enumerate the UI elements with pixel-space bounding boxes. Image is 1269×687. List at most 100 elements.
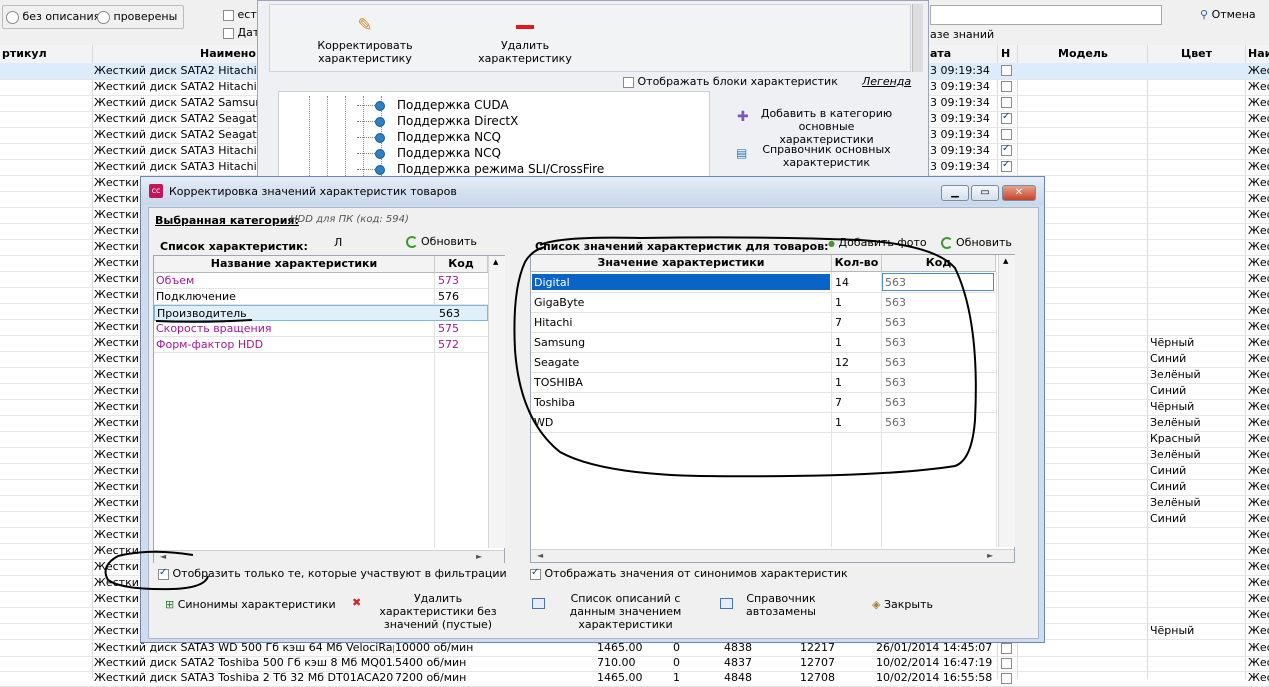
list-item[interactable]: WD 1 563 bbox=[531, 413, 996, 433]
column-header-count[interactable]: Кол-во bbox=[832, 255, 882, 272]
grid-col-divider bbox=[996, 272, 997, 547]
row-checkbox[interactable] bbox=[1001, 643, 1012, 654]
row-time: 3 09:19:34 bbox=[930, 64, 990, 77]
value-count: 1 bbox=[835, 376, 842, 389]
tree-item[interactable]: Поддержка NCQ bbox=[357, 146, 501, 160]
row-color: Чёрный bbox=[1150, 400, 1195, 413]
list-item[interactable]: Seagate 12 563 bbox=[531, 353, 996, 373]
maximize-button[interactable]: ▭ bbox=[971, 185, 999, 201]
list-item[interactable]: Форм-фактор HDD 572 bbox=[154, 337, 488, 353]
characteristics-tree: Поддержка CUDA Поддержка DirectX Поддержка… bbox=[278, 91, 710, 179]
delete-empty-button[interactable]: ✖ Удалить характеристики без значений (п… bbox=[350, 592, 510, 631]
row-price: 1465.00 bbox=[597, 641, 643, 654]
row-checkbox[interactable] bbox=[1001, 159, 1012, 172]
value-code: 563 bbox=[885, 376, 906, 389]
description-list-button[interactable]: Список описаний с данным значением харак… bbox=[530, 592, 705, 631]
horizontal-scrollbar[interactable]: ◄ ► bbox=[154, 550, 504, 563]
list-item[interactable]: Подключение 576 bbox=[154, 289, 488, 305]
list-item[interactable]: Скорость вращения 575 bbox=[154, 321, 488, 337]
refresh-left-button[interactable]: Обновить bbox=[406, 235, 477, 248]
row-time: 3 09:19:34 bbox=[930, 160, 990, 173]
row-name: Жесткий диск SATA3 Toshiba 2 Тб 32 Мб DT… bbox=[94, 671, 394, 684]
table-row[interactable]: Жесткий диск SATA3 WD 500 Гб кэш 64 Мб V… bbox=[0, 641, 1269, 657]
column-header-name[interactable]: Название характеристики bbox=[154, 256, 435, 273]
characteristic-name: Объем bbox=[156, 274, 195, 287]
row-right: Жес bbox=[1248, 240, 1269, 253]
row-color: Синий bbox=[1150, 384, 1187, 397]
characteristic-name: Форм-фактор HDD bbox=[156, 338, 264, 351]
close-button[interactable]: ◈ Закрыть bbox=[872, 598, 933, 611]
list-item[interactable]: Toshiba 7 563 bbox=[531, 393, 996, 413]
search-input[interactable] bbox=[930, 5, 1162, 25]
tree-item-label: Поддержка DirectX bbox=[397, 114, 519, 128]
row-id2: 12708 bbox=[800, 671, 835, 684]
tree-item-label: Поддержка NCQ bbox=[397, 130, 501, 144]
list-item[interactable]: Производитель 563 bbox=[154, 305, 488, 321]
value-text: Seagate bbox=[534, 356, 580, 369]
horizontal-scrollbar[interactable]: ◄ ► bbox=[531, 549, 1014, 562]
minimize-button[interactable]: ▁ bbox=[941, 185, 969, 201]
cancel-button[interactable]: ⚲ Отмена bbox=[1200, 8, 1256, 21]
row-color: Зелёный bbox=[1150, 368, 1201, 381]
row-right: Жес bbox=[1248, 128, 1269, 141]
show-blocks-checkbox[interactable]: Отображать блоки характеристик bbox=[623, 75, 838, 88]
autoreplace-button[interactable]: Справочник автозамены bbox=[718, 592, 828, 618]
list-item[interactable]: Hitachi 7 563 bbox=[531, 313, 996, 333]
delete-characteristic-button[interactable]: Удалить характеристику bbox=[460, 15, 590, 65]
radio-group-frame bbox=[2, 5, 184, 29]
list-item[interactable]: Объем 573 bbox=[154, 273, 488, 289]
row-right: Жес bbox=[1248, 384, 1269, 397]
dat-checkbox[interactable]: Дат bbox=[223, 26, 259, 39]
row-checkbox[interactable] bbox=[1001, 97, 1012, 108]
row-right: Жес bbox=[1248, 192, 1269, 205]
reference-button[interactable]: ▤ Справочник основных характеристик bbox=[733, 143, 898, 169]
bullet-icon bbox=[375, 117, 385, 127]
column-header-code[interactable]: Код bbox=[435, 256, 488, 273]
row-checkbox[interactable] bbox=[1001, 129, 1012, 140]
row-right: Жес bbox=[1248, 416, 1269, 429]
column-header-code[interactable]: Код bbox=[882, 255, 996, 272]
close-window-button[interactable]: ✕ bbox=[1002, 185, 1036, 201]
tree-item-label: Поддержка NCQ bbox=[397, 146, 501, 160]
list-item[interactable]: GigaByte 1 563 bbox=[531, 293, 996, 313]
vertical-scrollbar[interactable]: ▲ bbox=[998, 255, 1015, 547]
tree-item[interactable]: Поддержка режима SLI/CrossFire bbox=[357, 162, 604, 176]
column-header-value[interactable]: Значение характеристики bbox=[531, 255, 832, 272]
row-name: Жесткий диск SATA2 Seagate 5 bbox=[94, 112, 259, 125]
row-checkbox[interactable] bbox=[1001, 81, 1012, 92]
scroll-up-icon: ▲ bbox=[1003, 257, 1009, 265]
row-checkbox[interactable] bbox=[1001, 658, 1012, 669]
base-hint: азе знаний bbox=[930, 28, 995, 41]
row-right: Жес bbox=[1248, 208, 1269, 221]
mid-scrollbar[interactable] bbox=[912, 4, 923, 72]
tree-item[interactable]: Поддержка DirectX bbox=[357, 114, 519, 128]
row-checkbox[interactable] bbox=[1001, 65, 1012, 76]
table-row[interactable]: Жесткий диск SATA3 Toshiba 2 Тб 32 Мб DT… bbox=[0, 671, 1269, 687]
synonym-values-checkbox[interactable]: Отображать значения от синонимов характе… bbox=[530, 567, 848, 580]
scroll-left-icon: ◄ bbox=[537, 551, 544, 560]
row-right: Жес bbox=[1248, 512, 1269, 525]
edit-characteristic-button[interactable]: ✎ Корректировать характеристику bbox=[276, 15, 454, 65]
row-checkbox[interactable] bbox=[1001, 111, 1012, 124]
row-right: Жес bbox=[1248, 304, 1269, 317]
add-to-category-button[interactable]: ✚ Добавить в категорию основные характер… bbox=[733, 107, 898, 146]
est-checkbox[interactable]: ест bbox=[223, 8, 257, 21]
legend-link[interactable]: Легенда bbox=[862, 75, 911, 88]
tree-item[interactable]: Поддержка CUDA bbox=[357, 98, 509, 112]
stray-char: Л bbox=[334, 236, 343, 249]
tree-item[interactable]: Поддержка NCQ bbox=[357, 130, 501, 144]
synonyms-button[interactable]: ⊞ Синонимы характеристики bbox=[165, 598, 336, 611]
table-row[interactable]: Жесткий диск SATA2 Toshiba 500 Гб кэш 8 … bbox=[0, 656, 1269, 672]
vertical-scrollbar[interactable]: ▲ bbox=[488, 256, 505, 548]
list-item[interactable]: Samsung 1 563 bbox=[531, 333, 996, 353]
row-color: Синий bbox=[1150, 464, 1187, 477]
row-checkbox[interactable] bbox=[1001, 143, 1012, 156]
add-photo-button[interactable]: ● Добавить фото bbox=[828, 236, 927, 249]
refresh-right-button[interactable]: Обновить bbox=[941, 236, 1012, 249]
row-price: 1465.00 bbox=[597, 671, 643, 684]
row-date: 10/02/2014 16:55:58 bbox=[876, 671, 993, 684]
filter-only-checkbox[interactable]: Отобразить только те, которые участвуют … bbox=[158, 567, 507, 580]
list-item[interactable]: Digital 14 563 bbox=[531, 273, 996, 293]
cancel-icon: ⚲ bbox=[1200, 8, 1209, 21]
list-item[interactable]: TOSHIBA 1 563 bbox=[531, 373, 996, 393]
